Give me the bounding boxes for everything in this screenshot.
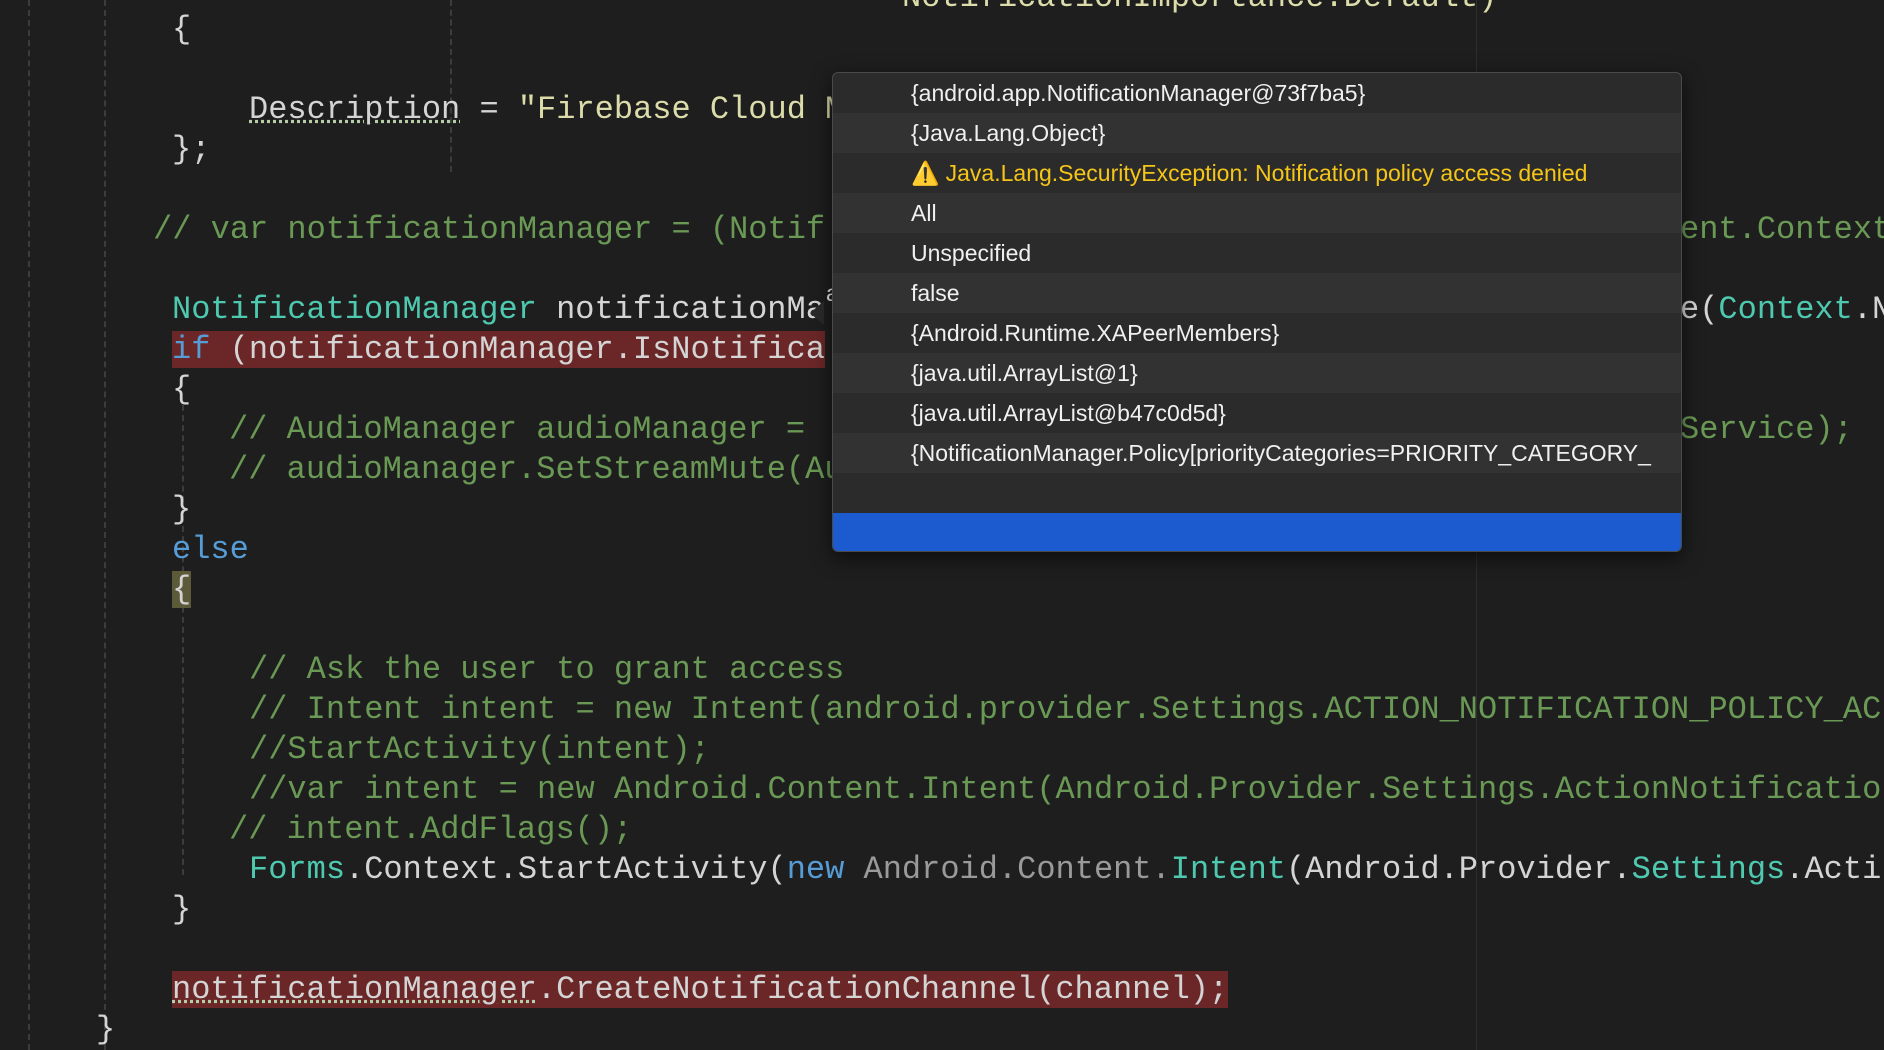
code-line[interactable]: Forms.Context.StartActivity(new Android.… (249, 850, 1881, 890)
indent-guide (104, 0, 106, 1050)
code-line[interactable]: ent.Context (1680, 210, 1884, 250)
code-line[interactable]: // intent.AddFlags(); (229, 810, 632, 850)
code-line[interactable]: } (172, 890, 191, 930)
code-line[interactable]: //var intent = new Android.Content.Inten… (249, 770, 1881, 810)
code-line[interactable]: Service); (1680, 410, 1853, 450)
warning-icon: ⚠️ (911, 160, 940, 186)
indent-guide (450, 0, 452, 172)
datatip-row[interactable]: Unspecified (833, 233, 1681, 273)
code-line[interactable]: //StartActivity(intent); (249, 730, 710, 770)
datatip-row[interactable]: {java.util.ArrayList@b47c0d5d} (833, 393, 1681, 433)
code-line[interactable]: NotificationImportance.Default) (902, 0, 1497, 18)
datatip-row[interactable]: {Java.Lang.Object} (833, 113, 1681, 153)
code-line[interactable]: } (172, 490, 191, 530)
code-line[interactable]: // Intent intent = new Intent(android.pr… (249, 690, 1881, 730)
error-highlight-line[interactable]: if (notificationManager.IsNotifica (172, 330, 825, 370)
code-line[interactable]: // audioManager.SetStreamMute(Au (229, 450, 844, 490)
datatip-selected-row[interactable] (833, 513, 1681, 551)
datatip-row[interactable]: false (833, 273, 1681, 313)
code-line[interactable]: Description = "Firebase Cloud M (249, 90, 844, 130)
datatip-row[interactable]: {java.util.ArrayList@1} (833, 353, 1681, 393)
code-line[interactable]: // Ask the user to grant access (249, 650, 844, 690)
code-line[interactable]: NotificationManager notificationMa (172, 290, 825, 330)
datatip-row[interactable]: All (833, 193, 1681, 233)
indent-guide (182, 405, 184, 875)
code-line[interactable]: // var notificationManager = (Notif (153, 210, 825, 250)
code-line[interactable]: { (172, 370, 191, 410)
datatip-row[interactable]: {Android.Runtime.XAPeerMembers} (833, 313, 1681, 353)
code-line[interactable]: e(Context.N (1680, 290, 1884, 330)
code-line[interactable]: { (172, 10, 191, 50)
debug-datatip-popup[interactable]: {android.app.NotificationManager@73f7ba5… (832, 72, 1682, 552)
datatip-row[interactable]: {NotificationManager.Policy[priorityCate… (833, 433, 1681, 473)
popup-pointer (810, 301, 824, 325)
code-line[interactable]: } (96, 1010, 115, 1050)
datatip-row[interactable] (833, 473, 1681, 513)
datatip-row[interactable]: ⚠️ Java.Lang.SecurityException: Notificat… (833, 153, 1681, 193)
datatip-row[interactable]: {android.app.NotificationManager@73f7ba5… (833, 73, 1681, 113)
code-line[interactable]: { (172, 570, 192, 610)
code-line[interactable]: // AudioManager audioManager = (229, 410, 824, 450)
code-line[interactable]: else (172, 530, 249, 570)
indent-guide (28, 0, 30, 1050)
error-highlight-line[interactable]: notificationManager.CreateNotificationCh… (172, 970, 1229, 1010)
code-line[interactable]: }; (172, 130, 210, 170)
